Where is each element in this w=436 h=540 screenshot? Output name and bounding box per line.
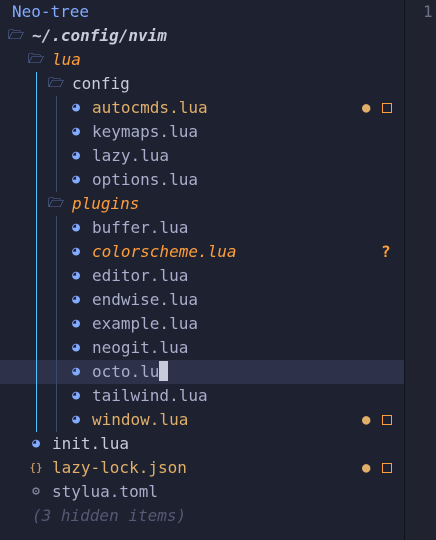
tree-file-row[interactable]: ◕ autocmds.lua ● bbox=[0, 96, 404, 120]
hidden-items: (3 hidden items) bbox=[0, 504, 404, 528]
unsaved-square-icon bbox=[382, 463, 392, 473]
lua-moon-icon: ◕ bbox=[72, 340, 80, 355]
tree-file-row[interactable]: ◕ endwise.lua bbox=[0, 288, 404, 312]
tree-folder-row[interactable]: 🗁 lua bbox=[0, 48, 404, 72]
tree-file-row[interactable]: ◕ lazy.lua bbox=[0, 144, 404, 168]
folder-open-icon: 🗁 bbox=[48, 196, 65, 211]
lua-moon-icon: ◕ bbox=[72, 148, 80, 163]
tree-file-row[interactable]: ◕ example.lua bbox=[0, 312, 404, 336]
text-cursor bbox=[159, 361, 169, 381]
lua-moon-icon: ◕ bbox=[72, 316, 80, 331]
tree-folder-row[interactable]: 🗁 plugins bbox=[0, 192, 404, 216]
indent-guide bbox=[36, 72, 37, 432]
lua-moon-icon: ◕ bbox=[72, 412, 80, 427]
untracked-question-icon: ? bbox=[381, 242, 391, 261]
tree-item-label: buffer.lua bbox=[92, 218, 189, 237]
tree-item-label: plugins bbox=[72, 194, 140, 213]
tree-item-label: colorscheme.lua bbox=[92, 242, 237, 261]
modified-dot-icon: ● bbox=[362, 412, 371, 428]
lua-moon-icon: ◕ bbox=[72, 388, 80, 403]
tree-item-label: lazy.lua bbox=[92, 146, 170, 165]
json-braces-icon: {} bbox=[29, 461, 43, 474]
tree-file-row[interactable]: ◕ keymaps.lua bbox=[0, 120, 404, 144]
unsaved-square-icon bbox=[382, 103, 392, 113]
panel-title: Neo-tree bbox=[0, 0, 404, 24]
editor-pane[interactable]: 1 bbox=[404, 0, 436, 540]
indent-guide bbox=[56, 216, 57, 432]
modified-dot-icon: ● bbox=[362, 100, 371, 116]
tree-item-label: octo.lu bbox=[92, 360, 169, 384]
lua-moon-icon: ◕ bbox=[32, 436, 40, 451]
tree-item-label: tailwind.lua bbox=[92, 386, 208, 405]
tree-item-label: options.lua bbox=[92, 170, 198, 189]
tree-item-label: keymaps.lua bbox=[92, 122, 198, 141]
tree-item-label: neogit.lua bbox=[92, 338, 189, 357]
tree-file-row[interactable]: ◕ octo.lu bbox=[0, 360, 404, 384]
tree-item-label: stylua.toml bbox=[52, 482, 158, 501]
lua-moon-icon: ◕ bbox=[72, 220, 80, 235]
root-folder[interactable]: 🗁 ~/.config/nvim bbox=[0, 24, 404, 48]
lua-moon-icon: ◕ bbox=[72, 364, 80, 379]
tree-item-label: window.lua bbox=[92, 410, 189, 429]
lua-moon-icon: ◕ bbox=[72, 124, 80, 139]
lua-moon-icon: ◕ bbox=[72, 172, 80, 187]
indent-guide bbox=[56, 96, 57, 192]
tree-file-row[interactable]: ◕ window.lua ● bbox=[0, 408, 404, 432]
tree-file-row[interactable]: ◕ neogit.lua bbox=[0, 336, 404, 360]
modified-dot-icon: ● bbox=[362, 460, 371, 476]
tree-file-row[interactable]: ◕ tailwind.lua bbox=[0, 384, 404, 408]
tree-file-row[interactable]: ⚙ stylua.toml bbox=[0, 480, 404, 504]
tree-item-label: config bbox=[72, 74, 130, 93]
root-path: ~/.config/nvim bbox=[32, 26, 167, 45]
tree-file-row[interactable]: {} lazy-lock.json ● bbox=[0, 456, 404, 480]
tree-item-label: endwise.lua bbox=[92, 290, 198, 309]
neo-tree-panel: Neo-tree 🗁 ~/.config/nvim 🗁 lua 🗁 config ◕ au… bbox=[0, 0, 404, 540]
panel-title-text: Neo-tree bbox=[12, 2, 90, 21]
tree-file-row[interactable]: ◕ init.lua bbox=[0, 432, 404, 456]
folder-open-icon: 🗁 bbox=[8, 28, 25, 43]
tree-item-label: lazy-lock.json bbox=[52, 458, 187, 477]
unsaved-square-icon bbox=[382, 415, 392, 425]
tree-item-label: lua bbox=[52, 50, 81, 69]
tree-item-label: init.lua bbox=[52, 434, 130, 453]
lua-moon-icon: ◕ bbox=[72, 268, 80, 283]
folder-open-icon: 🗁 bbox=[48, 76, 65, 91]
folder-open-icon: 🗁 bbox=[28, 52, 45, 67]
tree-file-row[interactable]: ◕ editor.lua bbox=[0, 264, 404, 288]
line-number: 1 bbox=[423, 2, 433, 21]
tree-file-row[interactable]: ◕ buffer.lua bbox=[0, 216, 404, 240]
lua-moon-icon: ◕ bbox=[72, 292, 80, 307]
gear-icon: ⚙ bbox=[32, 484, 40, 499]
lua-moon-icon: ◕ bbox=[72, 244, 80, 259]
lua-moon-icon: ◕ bbox=[72, 100, 80, 115]
tree-folder-row[interactable]: 🗁 config bbox=[0, 72, 404, 96]
window-separator bbox=[404, 0, 405, 540]
tree-item-label: editor.lua bbox=[92, 266, 189, 285]
tree-item-label: example.lua bbox=[92, 314, 198, 333]
tree-file-row[interactable]: ◕ options.lua bbox=[0, 168, 404, 192]
tree-file-row[interactable]: ◕ colorscheme.lua? bbox=[0, 240, 404, 264]
tree-item-label: autocmds.lua bbox=[92, 98, 208, 117]
hidden-items-text: (3 hidden items) bbox=[32, 506, 187, 525]
